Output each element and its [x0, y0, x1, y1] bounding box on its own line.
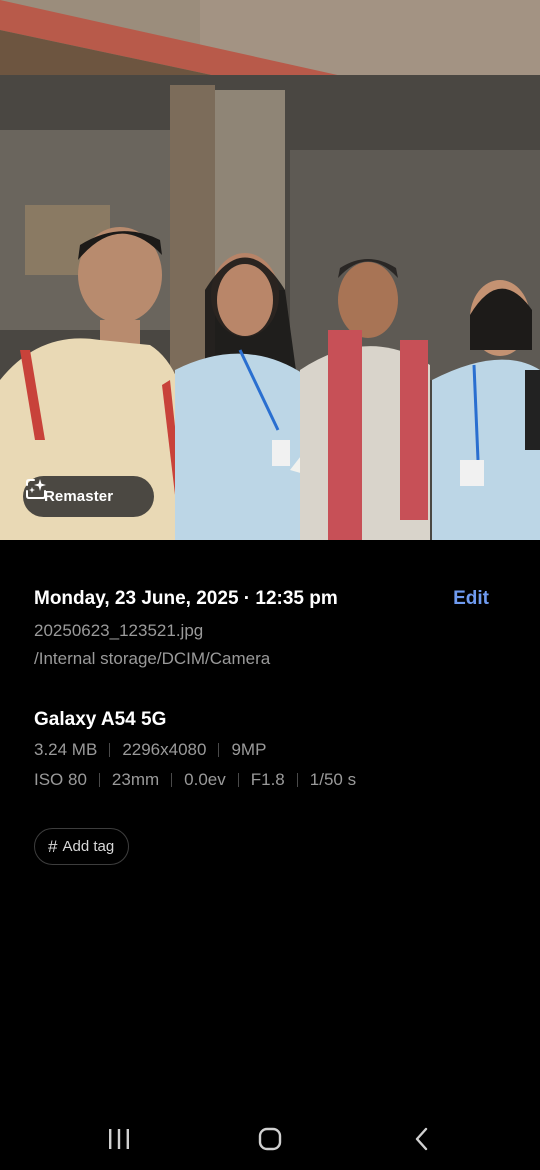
divider [237, 773, 239, 787]
file-name: 20250623_123521.jpg [34, 621, 204, 640]
camera-specs-row: ISO 80 23mm 0.0ev F1.8 1/50 s [34, 765, 506, 795]
recent-apps-icon [109, 1129, 129, 1149]
remaster-label: Remaster [44, 488, 114, 505]
image-resolution: 2296x4080 [122, 740, 207, 759]
back-icon [415, 1127, 428, 1151]
sparkle-frame-icon [26, 479, 46, 499]
back-button[interactable] [402, 1124, 442, 1154]
divider [296, 773, 298, 787]
exposure-value: 0.0ev [184, 770, 226, 789]
recent-apps-button[interactable] [99, 1124, 139, 1154]
file-specs-row: 3.24 MB 2296x4080 9MP [34, 735, 506, 765]
megapixels: 9MP [231, 740, 267, 759]
photo-image [0, 0, 540, 540]
divider [98, 773, 100, 787]
edit-button[interactable]: Edit [453, 588, 489, 610]
iso-value: ISO 80 [34, 770, 87, 789]
system-navigation-bar [0, 1110, 540, 1170]
capture-datetime: Monday, 23 June, 2025 · 12:35 pm [34, 588, 338, 609]
add-tag-label: Add tag [62, 838, 115, 855]
divider [218, 743, 220, 757]
device-name: Galaxy A54 5G [34, 709, 167, 730]
divider [171, 773, 173, 787]
divider [109, 743, 111, 757]
datetime-row: Monday, 23 June, 2025 · 12:35 pm Edit [34, 585, 506, 613]
add-tag-button[interactable]: # Add tag [34, 828, 130, 865]
home-button[interactable] [250, 1124, 290, 1154]
shutter-speed: 1/50 s [309, 770, 357, 789]
focal-length: 23mm [111, 770, 160, 789]
remaster-button[interactable]: Remaster [23, 476, 154, 517]
file-size: 3.24 MB [34, 740, 98, 759]
photo-preview[interactable]: Remaster [0, 0, 540, 540]
hash-icon: # [48, 836, 58, 856]
details-panel: Monday, 23 June, 2025 · 12:35 pm Edit 20… [34, 585, 506, 795]
file-path: /Internal storage/DCIM/Camera [34, 649, 271, 668]
home-icon [258, 1127, 282, 1151]
aperture-value: F1.8 [250, 770, 285, 789]
